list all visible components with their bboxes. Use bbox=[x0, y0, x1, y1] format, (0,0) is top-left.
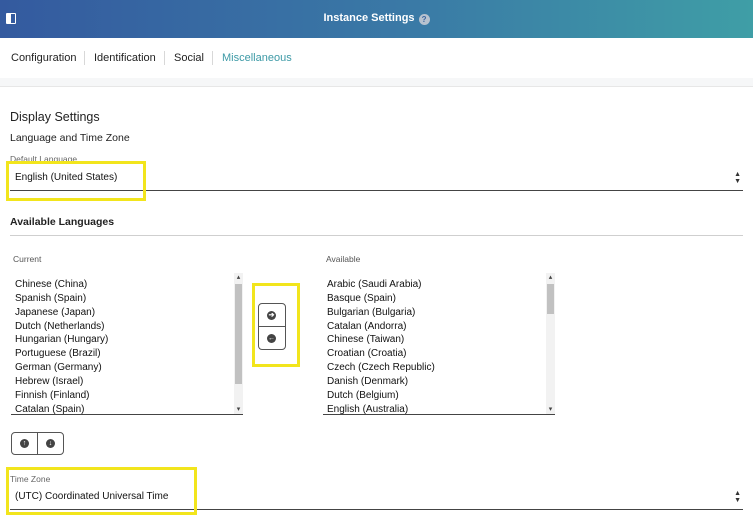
current-language-item[interactable]: Hungarian (Hungary) bbox=[15, 333, 108, 347]
app-header: Instance Settings? bbox=[0, 0, 753, 38]
scroll-thumb[interactable] bbox=[235, 284, 242, 384]
tab-configuration[interactable]: Configuration bbox=[11, 51, 85, 65]
highlight-default-language bbox=[6, 161, 146, 201]
highlight-transfer-buttons bbox=[252, 283, 300, 367]
available-list-scrollbar[interactable]: ▴ ▾ bbox=[546, 273, 555, 414]
move-down-button[interactable]: ↓ bbox=[46, 439, 55, 448]
available-language-item[interactable]: Czech (Czech Republic) bbox=[327, 361, 435, 375]
tab-bar: Configuration Identification Social Misc… bbox=[0, 38, 753, 78]
current-language-item[interactable]: Finnish (Finland) bbox=[15, 389, 108, 403]
current-list-label: Current bbox=[13, 254, 42, 264]
current-language-item[interactable]: Catalan (Spain) bbox=[15, 403, 108, 414]
available-languages-list[interactable]: Arabic (Saudi Arabia) Basque (Spain) Bulga… bbox=[323, 273, 555, 415]
available-language-item[interactable]: Arabic (Saudi Arabia) bbox=[327, 278, 435, 292]
highlight-time-zone bbox=[6, 467, 197, 515]
available-language-item[interactable]: English (Australia) bbox=[327, 403, 435, 414]
available-language-item[interactable]: Croatian (Croatia) bbox=[327, 347, 435, 361]
help-icon[interactable]: ? bbox=[418, 14, 430, 25]
tab-social[interactable]: Social bbox=[164, 51, 213, 65]
available-language-item[interactable]: Dutch (Belgium) bbox=[327, 389, 435, 403]
page-title: Instance Settings? bbox=[0, 12, 753, 25]
language-timezone-subheading: Language and Time Zone bbox=[10, 132, 130, 144]
tab-miscellaneous[interactable]: Miscellaneous bbox=[212, 51, 292, 65]
available-languages-heading: Available Languages bbox=[10, 216, 115, 228]
scroll-down-icon[interactable]: ▾ bbox=[546, 405, 555, 414]
available-language-item[interactable]: Basque (Spain) bbox=[327, 292, 435, 306]
select-arrows-icon: ▲ ▼ bbox=[734, 490, 741, 504]
current-language-item[interactable]: Dutch (Netherlands) bbox=[15, 320, 108, 334]
current-language-item[interactable]: German (Germany) bbox=[15, 361, 108, 375]
scroll-up-icon[interactable]: ▴ bbox=[546, 273, 555, 282]
scroll-up-icon[interactable]: ▴ bbox=[234, 273, 243, 282]
available-language-item[interactable]: Danish (Denmark) bbox=[327, 375, 435, 389]
settings-panel: Display Settings Language and Time Zone … bbox=[0, 86, 753, 525]
current-language-item[interactable]: Hebrew (Israel) bbox=[15, 375, 108, 389]
available-language-item[interactable]: Catalan (Andorra) bbox=[327, 320, 435, 334]
current-language-item[interactable]: Japanese (Japan) bbox=[15, 306, 108, 320]
current-language-item[interactable]: Portuguese (Brazil) bbox=[15, 347, 108, 361]
current-languages-list[interactable]: Chinese (China) Spanish (Spain) Japanese (… bbox=[11, 273, 243, 415]
available-list-label: Available bbox=[326, 254, 361, 264]
current-language-item[interactable]: Spanish (Spain) bbox=[15, 292, 108, 306]
page-title-text: Instance Settings bbox=[323, 12, 415, 24]
scroll-thumb[interactable] bbox=[547, 284, 554, 314]
select-arrows-icon: ▲ ▼ bbox=[734, 171, 741, 185]
divider bbox=[10, 235, 743, 236]
tab-identification[interactable]: Identification bbox=[84, 51, 165, 65]
order-buttons: ↑ ↓ bbox=[11, 432, 64, 455]
scroll-down-icon[interactable]: ▾ bbox=[234, 405, 243, 414]
current-list-scrollbar[interactable]: ▴ ▾ bbox=[234, 273, 243, 414]
display-settings-heading: Display Settings bbox=[10, 110, 100, 124]
available-language-item[interactable]: Bulgarian (Bulgaria) bbox=[327, 306, 435, 320]
current-language-item[interactable]: Chinese (China) bbox=[15, 278, 108, 292]
available-language-item[interactable]: Chinese (Taiwan) bbox=[327, 333, 435, 347]
move-up-button[interactable]: ↑ bbox=[20, 439, 29, 448]
